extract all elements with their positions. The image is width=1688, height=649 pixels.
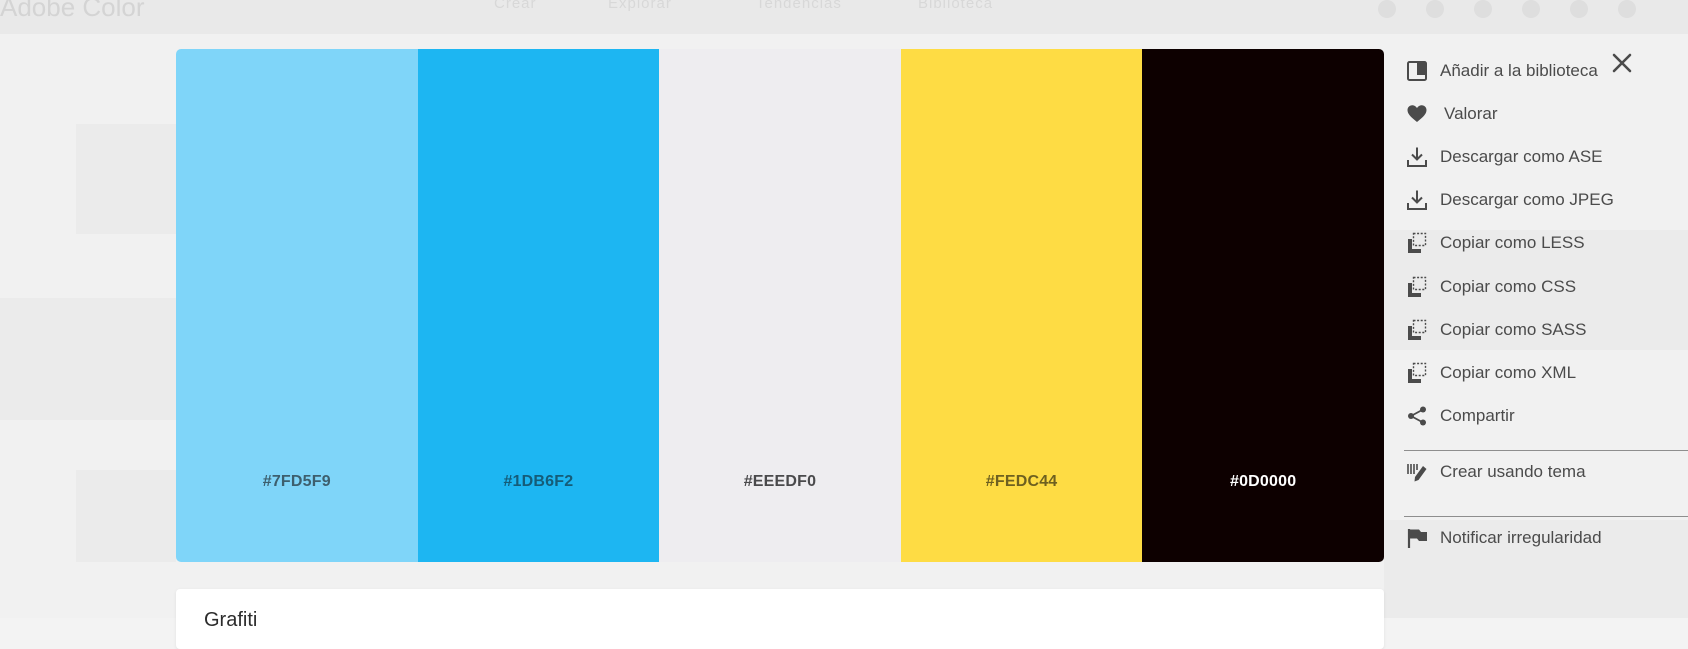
- copy-css-button[interactable]: Copiar como CSS: [1404, 272, 1576, 302]
- background-tile: [0, 298, 176, 420]
- background-nav-item: Crear: [494, 0, 537, 12]
- action-label: Compartir: [1440, 406, 1515, 425]
- background-icon: [1474, 0, 1492, 18]
- background-brand: Adobe Color: [0, 0, 145, 22]
- action-label: Añadir a la biblioteca: [1440, 61, 1598, 80]
- copy-sass-button[interactable]: Copiar como SASS: [1404, 315, 1586, 345]
- copy-icon: [1404, 230, 1430, 256]
- menu-divider: [1404, 450, 1688, 451]
- download-ase-button[interactable]: Descargar como ASE: [1404, 142, 1603, 172]
- background-tile: [76, 470, 176, 562]
- share-button[interactable]: Compartir: [1404, 401, 1515, 431]
- flag-icon: [1404, 525, 1430, 551]
- download-jpeg-button[interactable]: Descargar como JPEG: [1404, 185, 1614, 215]
- action-label: Notificar irregularidad: [1440, 528, 1602, 547]
- library-icon: [1404, 58, 1430, 84]
- background-nav-item: Biblioteca: [918, 0, 994, 12]
- create-from-theme-button[interactable]: Crear usando tema: [1404, 457, 1586, 487]
- background-icon: [1570, 0, 1588, 18]
- download-icon: [1404, 144, 1430, 170]
- action-label: Valorar: [1444, 104, 1498, 123]
- swatch-hex-value: #FEDC44: [985, 473, 1058, 490]
- swatch-hex-value: #EEEDF0: [743, 473, 817, 490]
- rate-button[interactable]: Valorar: [1404, 99, 1498, 129]
- background-icon: [1426, 0, 1444, 18]
- action-label: Descargar como JPEG: [1440, 190, 1614, 209]
- theme-title: Grafiti: [204, 609, 258, 631]
- action-label: Copiar como CSS: [1440, 277, 1577, 296]
- color-swatch[interactable]: #0D0000: [1142, 49, 1384, 562]
- color-swatch[interactable]: #EEEDF0: [659, 49, 901, 562]
- action-label: Crear usando tema: [1440, 462, 1586, 481]
- background-nav-item: Explorar: [608, 0, 672, 12]
- report-button[interactable]: Notificar irregularidad: [1404, 523, 1602, 553]
- copy-icon: [1404, 317, 1430, 343]
- copy-icon: [1404, 274, 1430, 300]
- background-icon: [1522, 0, 1540, 18]
- close-icon: [1612, 53, 1632, 73]
- action-label: Copiar como XML: [1440, 363, 1577, 382]
- close-button[interactable]: [1609, 50, 1635, 76]
- background-header: Adobe Color Crear Explorar Tendencias Bi…: [0, 0, 1688, 34]
- background-tile: [76, 124, 176, 234]
- theme-details-card: Grafiti: [176, 589, 1384, 649]
- share-icon: [1404, 403, 1430, 429]
- action-label: Copiar como LESS: [1440, 233, 1585, 252]
- color-swatch[interactable]: #FEDC44: [900, 49, 1143, 562]
- swatch-hex-value: #0D0000: [1229, 473, 1297, 490]
- copy-less-button[interactable]: Copiar como LESS: [1404, 228, 1585, 258]
- background-icon: [1618, 0, 1636, 18]
- background-icon: [1378, 0, 1396, 18]
- background-nav-item: Tendencias: [756, 0, 842, 12]
- add-to-library-button[interactable]: Añadir a la biblioteca: [1404, 56, 1598, 86]
- heart-icon: [1404, 101, 1430, 127]
- color-swatch[interactable]: #1DB6F2: [417, 49, 660, 562]
- swatch-hex-value: #1DB6F2: [503, 473, 574, 490]
- copy-icon: [1404, 360, 1430, 386]
- download-icon: [1404, 187, 1430, 213]
- palette: #7FD5F9 #1DB6F2 #EEEDF0 #FEDC44 #0D0000: [176, 49, 1384, 562]
- menu-divider: [1404, 516, 1688, 517]
- action-label: Descargar como ASE: [1440, 147, 1603, 166]
- swatch-hex-value: #7FD5F9: [262, 473, 331, 490]
- edit-icon: [1404, 459, 1430, 485]
- color-swatch[interactable]: #7FD5F9: [176, 49, 418, 562]
- copy-xml-button[interactable]: Copiar como XML: [1404, 358, 1576, 388]
- action-label: Copiar como SASS: [1440, 320, 1587, 339]
